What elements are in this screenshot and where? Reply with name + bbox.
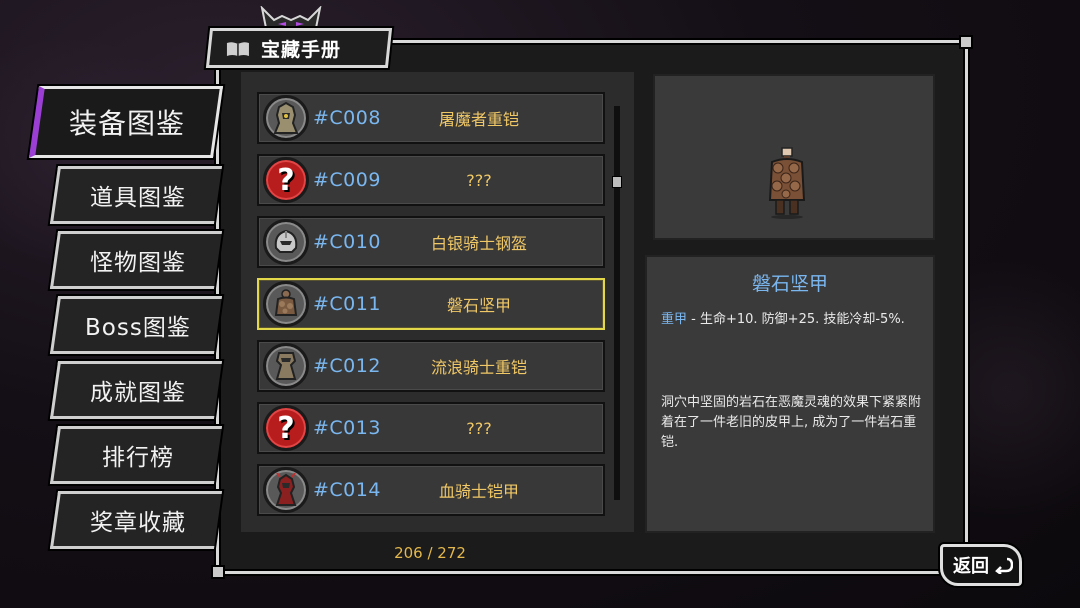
nav-item-label: 怪物图鉴 (89, 250, 186, 276)
category-nav: 装备图鉴 道具图鉴 怪物图鉴 Boss图鉴 成就图鉴 排行榜 奖章收藏 (28, 86, 224, 556)
item-code: #C009 (313, 169, 381, 191)
stone-armor-icon (263, 281, 309, 327)
item-code: #C012 (313, 355, 381, 377)
collection-count: 206 / 272 (394, 544, 466, 562)
item-name: ??? (466, 170, 492, 190)
helmet-icon (263, 219, 309, 265)
armor-icon (263, 343, 309, 389)
nav-item-label: 排行榜 (101, 445, 174, 471)
nav-item-label: 装备图鉴 (69, 107, 186, 140)
item-lore: 洞穴中坚固的岩石在恶魔灵魂的效果下紧紧附着在了一件老旧的皮甲上, 成为了一件岩石… (661, 395, 922, 450)
item-stat-text: - 生命+10. 防御+25. 技能冷却-5%. (687, 312, 905, 327)
blood-armor-icon (263, 467, 309, 513)
nav-item-label: 道具图鉴 (89, 185, 186, 211)
back-button[interactable]: 返回 (940, 544, 1022, 586)
frame-corner (211, 565, 225, 579)
nav-item-leaderboard[interactable]: 排行榜 (49, 426, 223, 484)
armor-icon (263, 95, 309, 141)
item-type: 重甲 (661, 312, 688, 327)
frame-corner (959, 35, 973, 49)
item-name: ??? (466, 418, 492, 438)
list-item[interactable]: #C008 屠魔者重铠 (257, 92, 605, 144)
equipment-list: #C008 屠魔者重铠 ? #C009 ??? #C010 白银骑士钢盔 #C0… (241, 72, 634, 532)
return-arrow-icon (995, 557, 1013, 574)
list-item[interactable]: ? #C013 ??? (257, 402, 605, 454)
list-item[interactable]: #C014 血骑士铠甲 (257, 464, 605, 516)
nav-item-monsters[interactable]: 怪物图鉴 (49, 231, 223, 289)
page-title: 宝藏手册 (261, 38, 342, 61)
item-code: #C010 (313, 231, 381, 253)
nav-item-medals[interactable]: 奖章收藏 (49, 491, 223, 549)
stone-armor-sprite-icon (768, 147, 806, 219)
item-name: 流浪骑士重铠 (430, 358, 527, 377)
scrollbar-thumb[interactable] (612, 176, 622, 188)
nav-item-label: 成就图鉴 (89, 380, 186, 406)
item-code: #C011 (313, 293, 381, 315)
title-tab: 宝藏手册 (205, 28, 393, 68)
nav-item-label: 奖章收藏 (89, 510, 186, 536)
list-item-selected[interactable]: #C011 磐石坚甲 (257, 278, 605, 330)
unknown-mark: ? (277, 410, 295, 446)
book-icon (227, 41, 249, 55)
item-code: #C013 (313, 417, 381, 439)
item-code: #C008 (313, 107, 381, 129)
list-item[interactable]: #C012 流浪骑士重铠 (257, 340, 605, 392)
item-name: 白银骑士钢盔 (430, 234, 527, 253)
item-stats: 重甲 - 生命+10. 防御+25. 技能冷却-5%. (661, 308, 919, 327)
item-description: 磐石坚甲 重甲 - 生命+10. 防御+25. 技能冷却-5%. 洞穴中坚固的岩… (645, 255, 935, 533)
back-label: 返回 (953, 556, 989, 577)
unknown-mark: ? (277, 162, 295, 198)
nav-item-boss[interactable]: Boss图鉴 (49, 296, 223, 354)
nav-item-label: Boss图鉴 (84, 315, 191, 341)
nav-item-achievements[interactable]: 成就图鉴 (49, 361, 223, 419)
question-icon: ? (263, 405, 309, 451)
list-item[interactable]: #C010 白银骑士钢盔 (257, 216, 605, 268)
list-item[interactable]: ? #C009 ??? (257, 154, 605, 206)
nav-item-items[interactable]: 道具图鉴 (49, 166, 223, 224)
item-name: 血骑士铠甲 (438, 482, 519, 501)
nav-item-equipment[interactable]: 装备图鉴 (28, 86, 224, 158)
item-name: 屠魔者重铠 (438, 110, 519, 129)
list-scrollbar[interactable] (614, 106, 620, 500)
item-name: 磐石坚甲 (446, 296, 511, 315)
item-detail-title: 磐石坚甲 (751, 273, 828, 295)
item-code: #C014 (313, 479, 381, 501)
question-icon: ? (263, 157, 309, 203)
